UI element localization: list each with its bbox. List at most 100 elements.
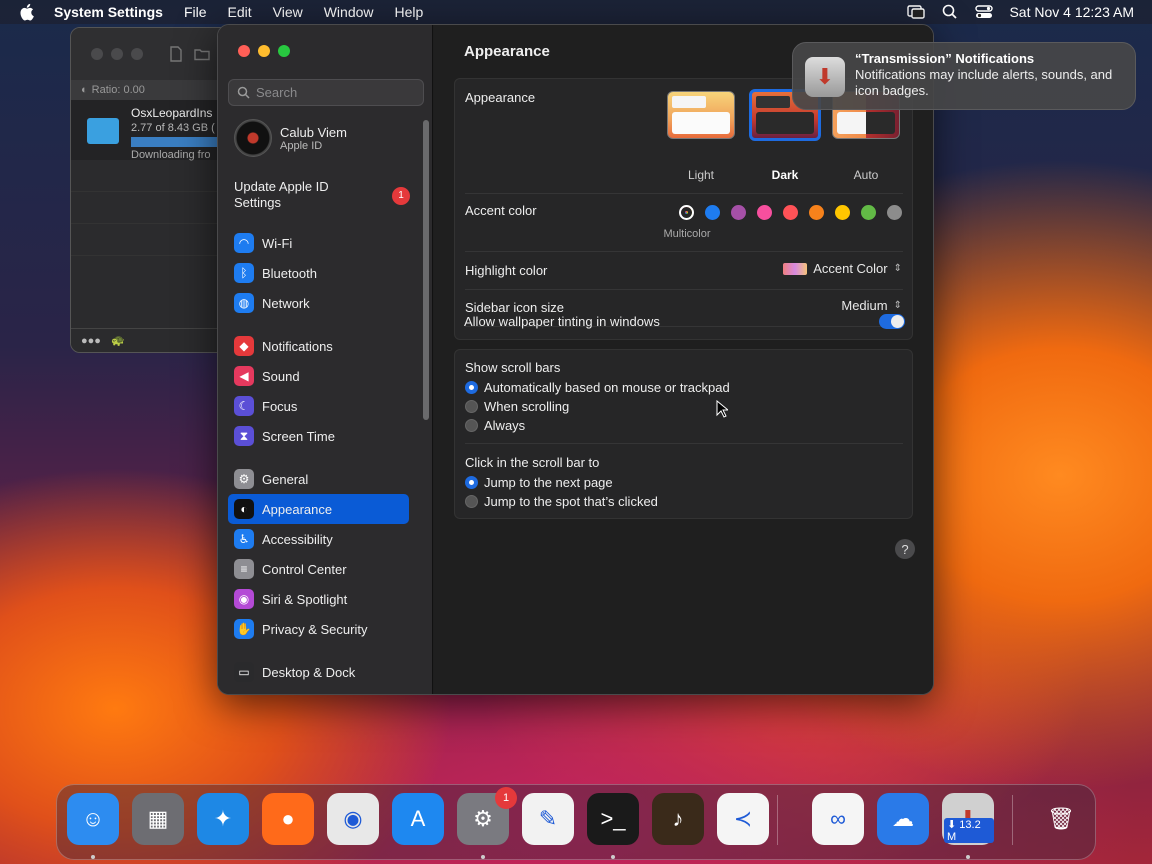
sidebar: Search Calub Viem Apple ID Update Apple … — [218, 25, 433, 694]
spotlight-icon[interactable] — [941, 4, 959, 20]
radio-button[interactable] — [465, 419, 478, 432]
menu-help[interactable]: Help — [395, 4, 424, 20]
accent-swatch[interactable] — [705, 205, 720, 220]
sidebar-item-general[interactable]: ⚙ General — [228, 464, 409, 494]
option-label: Automatically based on mouse or trackpad — [484, 380, 730, 395]
dock-chrome[interactable]: ◉ — [327, 793, 379, 845]
sidebar-item-label: Notifications — [262, 338, 333, 354]
close-button[interactable] — [91, 48, 103, 60]
accent-swatch[interactable] — [887, 205, 902, 220]
accent-swatch[interactable] — [835, 205, 850, 220]
screen-mirroring-icon[interactable] — [907, 4, 926, 20]
apple-id-account[interactable]: Calub Viem Apple ID — [234, 119, 347, 157]
sidebar-item-focus[interactable]: ☾ Focus — [228, 391, 409, 421]
sidebar-item-sound[interactable]: ◀ Sound — [228, 361, 409, 391]
zoom-button[interactable] — [131, 48, 143, 60]
open-folder-icon[interactable] — [193, 45, 211, 63]
sidebar-item-label: Screen Time — [262, 428, 335, 444]
sidebar-item-accessibility[interactable]: ♿ Accessibility — [228, 524, 409, 554]
accent-swatch[interactable] — [757, 205, 772, 220]
running-indicator — [966, 855, 970, 859]
dock-visual-studio[interactable]: ∞ — [812, 793, 864, 845]
help-button[interactable]: ? — [895, 539, 915, 559]
tinting-toggle[interactable] — [879, 314, 905, 329]
menu-edit[interactable]: Edit — [228, 4, 252, 20]
dock-launchpad[interactable]: ▦ — [132, 793, 184, 845]
dock-safari[interactable]: ✦ — [197, 793, 249, 845]
sidebar-item-control-center[interactable]: ≡ Control Center — [228, 554, 409, 584]
sidebar-item-notifications[interactable]: ◆ Notifications — [228, 331, 409, 361]
sidebar-item-screen-time[interactable]: ⧗ Screen Time — [228, 421, 409, 451]
search-field[interactable]: Search — [228, 79, 424, 106]
click-option-next-page[interactable]: Jump to the next page — [465, 475, 613, 490]
torrent-row[interactable]: OsxLeopardIns 2.77 of 8.43 GB ( Download… — [71, 100, 229, 161]
zoom-button[interactable] — [278, 45, 290, 57]
bell-icon: ◆ — [234, 336, 254, 356]
scroll-option-when-scrolling[interactable]: When scrolling — [465, 399, 569, 414]
update-apple-id-item[interactable]: Update Apple ID Settings 1 — [234, 179, 410, 211]
dock-app-store[interactable]: A — [392, 793, 444, 845]
menu-app-name[interactable]: System Settings — [54, 4, 163, 20]
divider — [465, 443, 903, 444]
radio-button[interactable] — [465, 476, 478, 489]
empty-row — [71, 192, 229, 224]
dock: ☺ ▦ ✦ ● ◉ A ⚙1 ✎ >_ ♪ ≺ ∞ ☁ ⬇⬇ 13.2 M 🗑 — [56, 784, 1096, 860]
dock-terminal[interactable]: >_ — [587, 793, 639, 845]
click-option-spot-clicked[interactable]: Jump to the spot that’s clicked — [465, 494, 658, 509]
close-button[interactable] — [238, 45, 250, 57]
menu-view[interactable]: View — [273, 4, 303, 20]
theme-light[interactable] — [667, 91, 735, 139]
accent-swatch[interactable] — [679, 205, 694, 220]
turtle-icon[interactable]: 🐢 — [111, 334, 125, 347]
accent-swatch[interactable] — [731, 205, 746, 220]
finder-icon: ☺ — [81, 806, 105, 831]
radio-button[interactable] — [465, 381, 478, 394]
menu-bar: System Settings File Edit View Window He… — [0, 0, 1152, 24]
highlight-color-select[interactable]: Accent Color ⇕ — [783, 261, 902, 276]
clock[interactable]: Sat Nov 4 12:23 AM — [1009, 4, 1134, 20]
accent-swatch[interactable] — [861, 205, 876, 220]
option-label: Always — [484, 418, 526, 433]
sidebar-item-network[interactable]: ◍ Network — [228, 288, 409, 318]
sidebar-item-wi-fi[interactable]: ◠ Wi-Fi — [228, 228, 409, 258]
folder-icon — [87, 118, 119, 144]
icon-size-value: Medium — [841, 298, 888, 313]
minimize-button[interactable] — [111, 48, 123, 60]
dock-textedit[interactable]: ✎ — [522, 793, 574, 845]
dock-firefox[interactable]: ● — [262, 793, 314, 845]
menu-file[interactable]: File — [184, 4, 207, 20]
dock-vscode[interactable]: ≺ — [717, 793, 769, 845]
minimize-button[interactable] — [258, 45, 270, 57]
sidebar-item-bluetooth[interactable]: ᛒ Bluetooth — [228, 258, 409, 288]
highlight-swatch — [783, 262, 808, 275]
dock-finder[interactable]: ☺ — [67, 793, 119, 845]
dock-settings[interactable]: ⚙ 1 — [457, 787, 517, 845]
accent-swatch[interactable] — [783, 205, 798, 220]
accent-swatch[interactable] — [809, 205, 824, 220]
firefox-icon: ● — [281, 806, 295, 831]
sidebar-item-appearance[interactable]: ◐ Appearance — [228, 494, 409, 524]
update-label: Update Apple ID Settings — [234, 179, 329, 210]
textedit-icon: ✎ — [538, 806, 558, 831]
running-indicator — [91, 855, 95, 859]
sidebar-item-desktop-dock[interactable]: ▭ Desktop & Dock — [228, 657, 409, 687]
scroll-option-automatic[interactable]: Automatically based on mouse or trackpad — [465, 380, 730, 395]
sidebar-scrollbar[interactable] — [423, 120, 429, 420]
sidebar-item-label: Siri & Spotlight — [262, 591, 348, 607]
sidebar-item-privacy-security[interactable]: ✋ Privacy & Security — [228, 614, 409, 644]
dock-trash[interactable]: 🗑 — [1035, 793, 1087, 845]
scroll-option-always[interactable]: Always — [465, 418, 525, 433]
radio-button[interactable] — [465, 495, 478, 508]
icon-size-select[interactable]: Medium ⇕ — [841, 298, 902, 313]
dock-garageband[interactable]: ♪ — [652, 793, 704, 845]
open-torrent-icon[interactable] — [167, 45, 185, 63]
radio-button[interactable] — [465, 400, 478, 413]
dock-weather[interactable]: ☁ — [877, 793, 929, 845]
dock-transmission[interactable]: ⬇⬇ 13.2 M — [942, 793, 994, 845]
notification-banner[interactable]: ⬇ “Transmission” Notifications Notificat… — [792, 42, 1136, 110]
apple-menu-icon[interactable] — [18, 3, 36, 21]
control-center-icon[interactable] — [975, 4, 994, 20]
menu-window[interactable]: Window — [324, 4, 374, 20]
action-menu-icon[interactable]: ●●● — [81, 335, 101, 347]
sidebar-item-siri-spotlight[interactable]: ◉ Siri & Spotlight — [228, 584, 409, 614]
